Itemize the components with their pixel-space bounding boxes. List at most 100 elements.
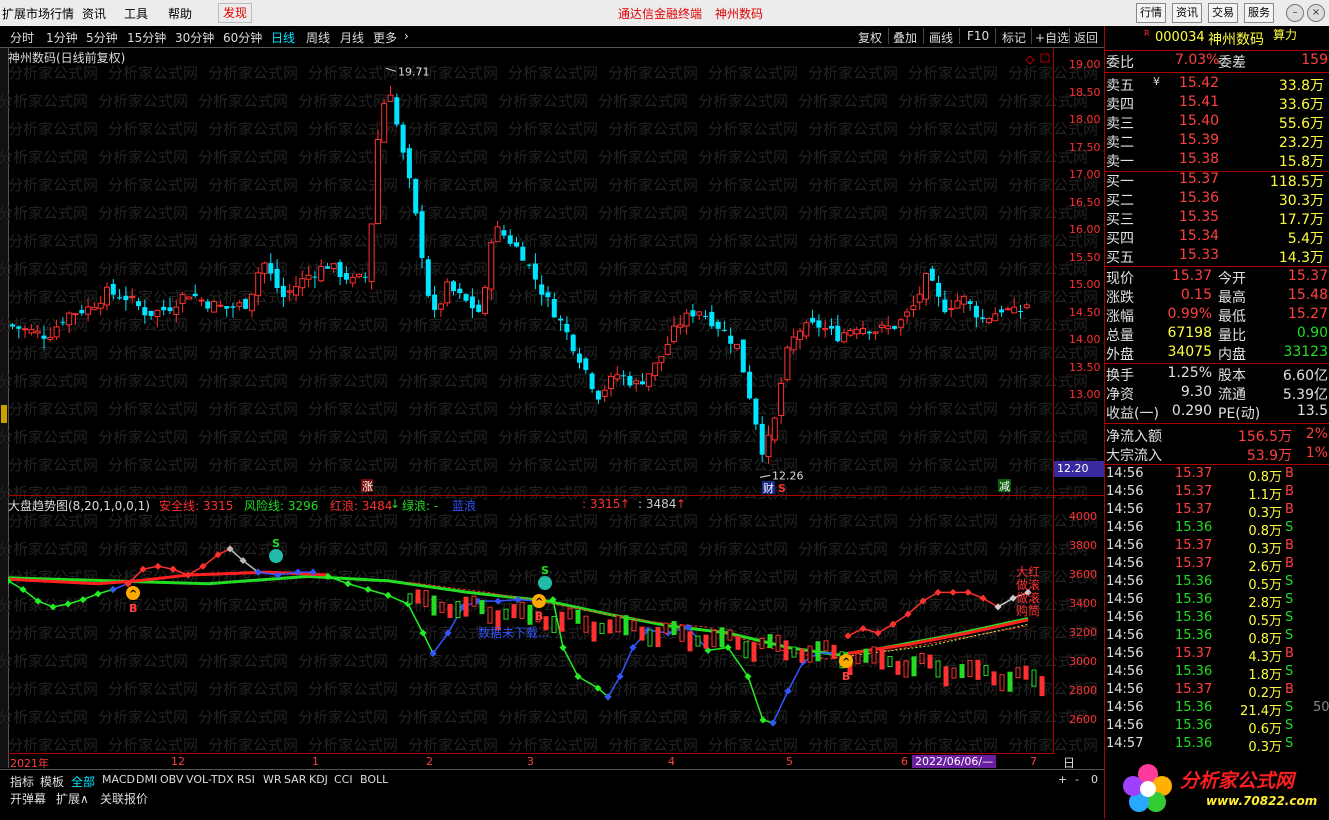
candlestick[interactable]	[910, 295, 917, 318]
candlestick[interactable]	[501, 224, 507, 239]
tab-wr[interactable]: WR	[263, 773, 282, 786]
candlestick[interactable]	[841, 328, 848, 344]
candlestick[interactable]	[280, 277, 286, 307]
candlestick[interactable]	[243, 298, 249, 310]
candlestick[interactable]	[494, 220, 501, 243]
menu-item-market[interactable]: 扩展市场行情	[2, 5, 74, 22]
candlestick[interactable]	[621, 370, 627, 386]
tick-row[interactable]: 14:56 15.36 2.8万 S	[1105, 592, 1329, 611]
candlestick[interactable]	[330, 263, 337, 273]
zoom-in-button[interactable]: +	[1058, 773, 1067, 786]
quote-button[interactable]: 行情	[1136, 3, 1166, 23]
tick-row[interactable]: 14:56 15.37 0.3万 B	[1105, 538, 1329, 557]
period-15min[interactable]: 15分钟	[127, 29, 166, 46]
candlestick[interactable]	[514, 236, 519, 248]
candlestick[interactable]	[973, 301, 979, 328]
window-square-icon[interactable]	[1040, 53, 1050, 63]
zhang-marker[interactable]: 涨	[362, 480, 373, 493]
candlestick[interactable]	[368, 223, 375, 290]
candlestick[interactable]	[1018, 304, 1023, 319]
candlestick[interactable]	[268, 253, 274, 281]
candlestick[interactable]	[274, 259, 280, 293]
candlestick[interactable]	[784, 345, 791, 382]
period-60min[interactable]: 60分钟	[223, 29, 262, 46]
candlestick[interactable]	[343, 266, 349, 285]
signal-badge[interactable]: ^B	[126, 586, 140, 615]
bid-row[interactable]: 买五 15.33 14.3万	[1105, 247, 1329, 266]
candlestick[interactable]	[230, 302, 236, 318]
candlestick[interactable]	[305, 265, 312, 288]
candlestick[interactable]	[337, 259, 343, 286]
candlestick[interactable]	[117, 289, 123, 300]
candlestick[interactable]	[967, 299, 973, 311]
candlestick[interactable]	[892, 325, 897, 331]
candlestick[interactable]	[878, 320, 885, 334]
candlestick[interactable]	[999, 305, 1005, 317]
candlestick[interactable]	[583, 357, 589, 374]
tick-row[interactable]: 14:56 15.37 0.3万 B	[1105, 502, 1329, 521]
candlestick[interactable]	[923, 272, 929, 306]
candlestick[interactable]	[488, 238, 495, 300]
close-icon[interactable]: ×	[1307, 4, 1325, 22]
indicator-pane[interactable]: 分析家公式网 分析家公式网 分析家公式网 分析家公式网 分析家公式网 分析家公式网 分析家公…	[0, 495, 1098, 754]
candlestick[interactable]	[293, 276, 299, 302]
candlestick[interactable]	[778, 377, 785, 424]
candlestick[interactable]	[192, 284, 198, 298]
candlestick[interactable]	[715, 319, 721, 337]
kline-chart[interactable]: 19.71 12.26 涨 财 S 减	[8, 48, 1053, 494]
candlestick[interactable]	[703, 310, 708, 320]
candlestick[interactable]	[986, 317, 992, 325]
chevron-right-icon[interactable]: ›	[404, 29, 409, 43]
candlestick[interactable]	[22, 325, 29, 339]
candlestick[interactable]	[457, 282, 463, 299]
candlestick[interactable]	[325, 262, 330, 269]
candlestick[interactable]	[822, 319, 829, 338]
candlestick[interactable]	[633, 378, 640, 392]
candlestick[interactable]	[387, 85, 394, 102]
back-button[interactable]: 返回	[1074, 29, 1098, 46]
candlestick[interactable]	[419, 204, 425, 269]
sell-signal-badge[interactable]: S	[538, 564, 552, 590]
period-daily[interactable]: 日线	[271, 29, 295, 46]
candlestick[interactable]	[614, 366, 621, 382]
candlestick[interactable]	[10, 323, 15, 330]
candlestick[interactable]	[255, 266, 262, 306]
candlestick[interactable]	[860, 320, 866, 336]
tick-row[interactable]: 14:56 15.36 0.6万 S	[1105, 718, 1329, 737]
candlestick[interactable]	[936, 275, 942, 307]
candlestick[interactable]	[47, 326, 54, 342]
trade-button[interactable]: 交易	[1208, 3, 1238, 23]
tick-row[interactable]: 14:56 15.36 0.8万 S	[1105, 520, 1329, 539]
minimize-icon[interactable]: –	[1286, 4, 1304, 22]
tick-row[interactable]: 14:56 15.36 0.8万 S	[1105, 628, 1329, 647]
tick-row[interactable]: 14:56 15.36 1.8万 S	[1105, 664, 1329, 683]
candlestick[interactable]	[652, 362, 659, 382]
candlestick[interactable]	[835, 314, 841, 343]
candlestick[interactable]	[627, 371, 633, 388]
diamond-icon[interactable]	[1025, 55, 1035, 65]
jian-marker[interactable]: 减	[999, 480, 1010, 493]
candlestick[interactable]	[759, 416, 765, 463]
tick-row[interactable]: 14:56 15.36 0.5万 S	[1105, 610, 1329, 629]
candlestick[interactable]	[142, 299, 148, 324]
expand-arrow-icon[interactable]	[1, 405, 7, 423]
draw-line-button[interactable]: 画线	[929, 29, 953, 46]
candlestick[interactable]	[992, 307, 999, 322]
candlestick[interactable]	[771, 416, 778, 444]
candlestick[interactable]	[173, 299, 180, 323]
reset-zoom-button[interactable]: 0	[1091, 773, 1098, 786]
related-quotes-button[interactable]: 关联报价	[100, 790, 148, 807]
candlestick[interactable]	[929, 265, 935, 282]
candlestick[interactable]	[167, 297, 173, 314]
candlestick[interactable]	[394, 93, 400, 128]
candlestick[interactable]	[797, 327, 803, 350]
tick-row[interactable]: 14:56 15.37 4.3万 B	[1105, 646, 1329, 665]
period-30min[interactable]: 30分钟	[175, 29, 214, 46]
candlestick[interactable]	[451, 279, 456, 296]
candlestick[interactable]	[1004, 306, 1011, 311]
candlestick[interactable]	[866, 330, 872, 340]
menu-item-discover[interactable]: 发现	[218, 3, 253, 23]
candlestick[interactable]	[413, 178, 419, 216]
bid-row[interactable]: 买二 15.36 30.3万	[1105, 190, 1329, 209]
tick-row[interactable]: 14:56 15.36 0.5万 S	[1105, 574, 1329, 593]
